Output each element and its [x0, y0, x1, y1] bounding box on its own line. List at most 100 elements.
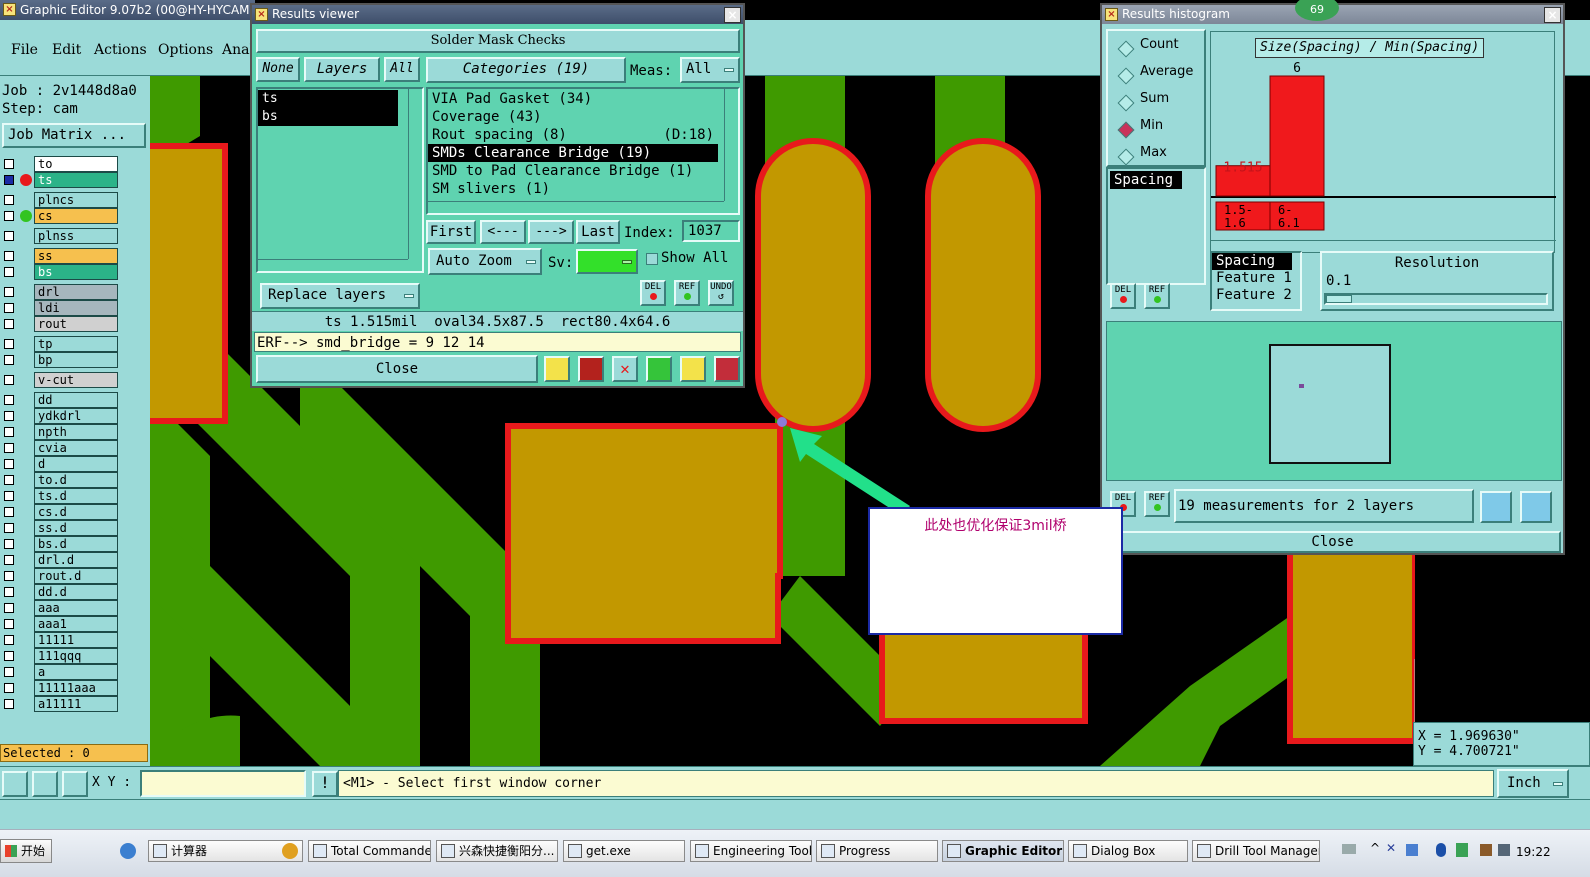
- layer-row-aaa[interactable]: aaa: [2, 600, 118, 616]
- layer-checkbox[interactable]: [4, 587, 14, 597]
- quicklaunch-icon[interactable]: [120, 843, 136, 859]
- xy-input[interactable]: [140, 770, 306, 797]
- layer-checkbox[interactable]: [4, 555, 14, 565]
- layer-row-to.d[interactable]: to.d: [2, 472, 118, 488]
- taskbar-item[interactable]: 计算器: [148, 840, 303, 862]
- tray-network-icon[interactable]: [1406, 844, 1418, 856]
- layer-checkbox[interactable]: [4, 375, 14, 385]
- layer-row-bp[interactable]: bp: [2, 352, 118, 368]
- layers-listbox[interactable]: ts bs: [256, 87, 424, 273]
- histogram-icon[interactable]: [714, 356, 740, 382]
- solder-mask-checks-header[interactable]: Solder Mask Checks: [256, 29, 740, 53]
- alert-icon[interactable]: !: [312, 771, 338, 797]
- chart-icon[interactable]: [544, 356, 570, 382]
- last-button[interactable]: Last: [576, 220, 620, 244]
- results-viewer-title-bar[interactable]: × Results viewer ×: [252, 5, 743, 24]
- layer-checkbox[interactable]: [4, 411, 14, 421]
- layer-row-bs.d[interactable]: bs.d: [2, 536, 118, 552]
- category-item[interactable]: SMD to Pad Clearance Bridge (1): [428, 162, 718, 180]
- histogram-listbox[interactable]: Spacing: [1106, 167, 1206, 285]
- layer-checkbox[interactable]: [4, 507, 14, 517]
- main-title-bar[interactable]: × Graphic Editor 9.07b2 (00@HY-HYCAM-PC): [0, 0, 255, 20]
- delete-icon[interactable]: ✕: [612, 356, 638, 382]
- histogram-bar[interactable]: [1269, 75, 1325, 197]
- layer-checkbox[interactable]: [4, 355, 14, 365]
- taskbar-item[interactable]: Progress: [816, 840, 938, 862]
- close-icon[interactable]: ×: [724, 7, 741, 23]
- auto-zoom-dropdown[interactable]: Auto Zoom: [428, 248, 542, 275]
- radio-average[interactable]: [1117, 67, 1135, 85]
- layer-row-cs.d[interactable]: cs.d: [2, 504, 118, 520]
- layer-row-d[interactable]: d: [2, 456, 118, 472]
- layer-row-plnss[interactable]: plnss: [2, 228, 118, 244]
- replace-layers-dropdown[interactable]: Replace layers: [260, 283, 420, 309]
- del-button[interactable]: DEL: [640, 280, 666, 306]
- layer-row-plncs[interactable]: plncs: [2, 192, 118, 208]
- tray-bluetooth-icon[interactable]: [1436, 843, 1446, 857]
- taskbar-item[interactable]: Drill Tool Manager: [1192, 840, 1320, 862]
- grid-icon[interactable]: [62, 771, 88, 797]
- layer-checkbox[interactable]: [4, 651, 14, 661]
- list-item[interactable]: bs: [258, 108, 398, 126]
- results-close-button[interactable]: Close: [256, 355, 538, 383]
- numbers-icon[interactable]: [646, 356, 672, 382]
- radio-count[interactable]: [1117, 40, 1135, 58]
- ref-button[interactable]: REF: [674, 280, 700, 306]
- unit-dropdown[interactable]: Inch: [1497, 769, 1569, 798]
- hist-ref-button[interactable]: REF: [1144, 283, 1170, 309]
- layer-checkbox[interactable]: [4, 443, 14, 453]
- fields-listbox[interactable]: Spacing Feature 1 Feature 2: [1210, 251, 1302, 311]
- category-item[interactable]: Rout spacing (8) (D:18): [428, 126, 718, 144]
- layer-row-drl.d[interactable]: drl.d: [2, 552, 118, 568]
- layer-row-rout[interactable]: rout: [2, 316, 118, 332]
- radio-min[interactable]: [1117, 121, 1135, 139]
- layer-row-11111[interactable]: 11111: [2, 632, 118, 648]
- layer-row-11111aaa[interactable]: 11111aaa: [2, 680, 118, 696]
- layer-row-dd.d[interactable]: dd.d: [2, 584, 118, 600]
- radio-sum[interactable]: [1117, 94, 1135, 112]
- categories-listbox[interactable]: VIA Pad Gasket (34) Coverage (43) Rout spa…: [426, 87, 740, 215]
- layer-row-a11111[interactable]: a11111: [2, 696, 118, 712]
- tray-volume-icon[interactable]: [1498, 844, 1510, 856]
- layer-row-ydkdrl[interactable]: ydkdrl: [2, 408, 118, 424]
- snap-icon[interactable]: [2, 771, 28, 797]
- layer-checkbox[interactable]: [4, 267, 14, 277]
- index-input[interactable]: 1037: [682, 220, 740, 242]
- layer-checkbox[interactable]: [4, 251, 14, 261]
- layer-checkbox[interactable]: [4, 427, 14, 437]
- tray-flag-icon[interactable]: [1480, 844, 1492, 856]
- category-item[interactable]: SM slivers (1): [428, 180, 718, 198]
- import-icon[interactable]: [1520, 491, 1552, 523]
- start-button[interactable]: 开始: [0, 839, 52, 863]
- layer-checkbox[interactable]: [4, 603, 14, 613]
- layer-row-cvia[interactable]: cvia: [2, 440, 118, 456]
- histogram-close-button[interactable]: Close: [1104, 531, 1561, 553]
- tray-keyboard-icon[interactable]: [1342, 844, 1356, 854]
- menu-edit[interactable]: Edit: [52, 42, 81, 58]
- layer-checkbox[interactable]: [4, 475, 14, 485]
- slider-thumb[interactable]: [1326, 295, 1352, 303]
- layer-checkbox[interactable]: [4, 211, 14, 221]
- field-spacing[interactable]: Spacing: [1212, 253, 1292, 270]
- layer-row-cs[interactable]: cs: [2, 208, 118, 224]
- category-item[interactable]: Coverage (43): [428, 108, 718, 126]
- layer-checkbox[interactable]: [4, 195, 14, 205]
- menu-file[interactable]: File: [11, 42, 38, 58]
- layer-row-dd[interactable]: dd: [2, 392, 118, 408]
- layer-row-111qqq[interactable]: 111qqq: [2, 648, 118, 664]
- layer-checkbox[interactable]: [4, 395, 14, 405]
- layer-checkbox[interactable]: [4, 619, 14, 629]
- categories-button[interactable]: Categories (19): [426, 57, 626, 83]
- show-all-checkbox[interactable]: [646, 253, 658, 265]
- layer-checkbox[interactable]: [4, 231, 14, 241]
- sv-color-dropdown[interactable]: [576, 249, 638, 274]
- category-item[interactable]: VIA Pad Gasket (34): [428, 90, 718, 108]
- list-item[interactable]: Spacing: [1110, 171, 1182, 189]
- layer-row-ts.d[interactable]: ts.d: [2, 488, 118, 504]
- report-icon[interactable]: [680, 356, 706, 382]
- taskbar-item[interactable]: Engineering Toolki...: [690, 840, 812, 862]
- list-item[interactable]: ts: [258, 90, 398, 108]
- layer-checkbox[interactable]: [4, 319, 14, 329]
- next-button[interactable]: --->: [528, 220, 574, 244]
- stop-icon[interactable]: [578, 356, 604, 382]
